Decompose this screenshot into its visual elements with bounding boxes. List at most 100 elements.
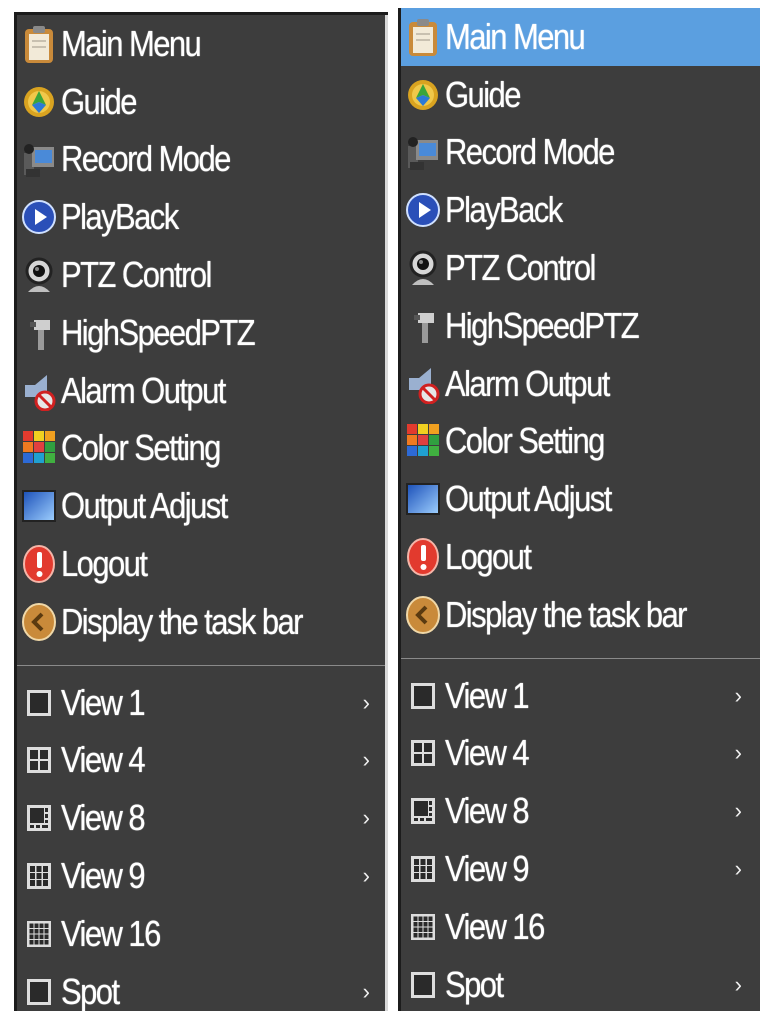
- menu-item-main-menu[interactable]: Main Menu: [17, 15, 388, 73]
- submenu-arrow-icon: ›: [734, 740, 742, 766]
- submenu-arrow-icon: ›: [734, 856, 742, 882]
- menu-item-view-1[interactable]: View 1 ›: [17, 674, 388, 732]
- view-4-icon: [405, 733, 441, 773]
- spot-icon: [405, 965, 441, 1005]
- view-1-icon: [21, 683, 57, 723]
- spot-icon: [21, 972, 57, 1011]
- menu-items: Main Menu Guide Record Mode PlayBack PTZ Con…: [401, 8, 760, 644]
- menu-item-highspeedptz[interactable]: HighSpeedPTZ: [17, 304, 388, 362]
- menu-item-logout[interactable]: Logout: [401, 528, 760, 586]
- menu-item-label: Display the task bar: [445, 593, 687, 635]
- view-items: View 1 › View 4 › View 8 › View 9 › View 16 Spot ›: [401, 667, 760, 1011]
- menu-item-highspeedptz[interactable]: HighSpeedPTZ: [401, 297, 760, 355]
- compass-icon: [21, 82, 57, 122]
- menu-item-label: View 1: [61, 681, 146, 723]
- menu-item-label: View 8: [445, 790, 530, 832]
- menu-item-label: PTZ Control: [61, 254, 212, 296]
- menu-item-label: View 4: [445, 732, 530, 774]
- menu-item-label: View 9: [61, 855, 146, 897]
- menu-item-label: Record Mode: [61, 138, 231, 180]
- alarm-speaker-icon: [405, 364, 441, 404]
- submenu-arrow-icon: ›: [362, 747, 370, 773]
- view-8-icon: [405, 791, 441, 831]
- view-items: View 1 › View 4 › View 8 › View 9 › View 16 Spot ›: [17, 674, 388, 1011]
- menu-item-label: Display the task bar: [61, 600, 303, 642]
- menu-item-label: PTZ Control: [445, 247, 596, 289]
- menu-item-label: Guide: [61, 80, 137, 122]
- menu-item-color-setting[interactable]: Color Setting: [401, 413, 760, 471]
- submenu-arrow-icon: ›: [734, 971, 742, 997]
- menu-item-label: Main Menu: [445, 15, 586, 57]
- menu-item-alarm-output[interactable]: Alarm Output: [17, 362, 388, 420]
- view-16-icon: [405, 907, 441, 947]
- menu-item-display-the-task-bar[interactable]: Display the task bar: [401, 586, 760, 644]
- menu-item-label: Main Menu: [61, 22, 202, 64]
- menu-item-playback[interactable]: PlayBack: [17, 188, 388, 246]
- display-icon: [21, 486, 57, 526]
- menu-item-view-9[interactable]: View 9 ›: [401, 840, 760, 898]
- camcorder-icon: [21, 139, 57, 179]
- menu-item-ptz-control[interactable]: PTZ Control: [401, 239, 760, 297]
- menu-item-label: Spot: [445, 963, 504, 1005]
- menu-item-record-mode[interactable]: Record Mode: [401, 124, 760, 182]
- view-16-icon: [21, 914, 57, 954]
- menu-item-view-16[interactable]: View 16: [401, 898, 760, 956]
- menu-item-label: View 1: [445, 674, 530, 716]
- menu-item-alarm-output[interactable]: Alarm Output: [401, 355, 760, 413]
- menu-item-view-8[interactable]: View 8 ›: [17, 789, 388, 847]
- menu-item-view-8[interactable]: View 8 ›: [401, 782, 760, 840]
- view-9-icon: [21, 856, 57, 896]
- menu-item-record-mode[interactable]: Record Mode: [17, 131, 388, 189]
- menu-item-label: Color Setting: [445, 420, 605, 462]
- view-4-icon: [21, 740, 57, 780]
- menu-item-display-the-task-bar[interactable]: Display the task bar: [17, 593, 388, 651]
- submenu-arrow-icon: ›: [734, 682, 742, 708]
- menu-item-spot[interactable]: Spot ›: [17, 963, 388, 1011]
- context-menu-left: Main Menu Guide Record Mode PlayBack PTZ Con…: [14, 12, 388, 1011]
- menu-item-label: View 9: [445, 848, 530, 890]
- view-9-icon: [405, 849, 441, 889]
- speed-dome-icon: [405, 306, 441, 346]
- menu-item-view-16[interactable]: View 16: [17, 905, 388, 963]
- menu-item-main-menu[interactable]: Main Menu: [401, 8, 760, 66]
- submenu-arrow-icon: ›: [362, 863, 370, 889]
- menu-item-view-9[interactable]: View 9 ›: [17, 847, 388, 905]
- back-arrow-icon: [405, 595, 441, 635]
- menu-item-label: Output Adjust: [445, 478, 612, 520]
- menu-edge: [385, 15, 388, 1011]
- exclamation-icon: [21, 544, 57, 584]
- menu-item-output-adjust[interactable]: Output Adjust: [401, 470, 760, 528]
- menu-item-label: Color Setting: [61, 427, 221, 469]
- menu-items: Main Menu Guide Record Mode PlayBack PTZ Con…: [17, 15, 388, 651]
- menu-item-color-setting[interactable]: Color Setting: [17, 420, 388, 478]
- menu-item-logout[interactable]: Logout: [17, 535, 388, 593]
- submenu-arrow-icon: ›: [362, 689, 370, 715]
- display-icon: [405, 479, 441, 519]
- camcorder-icon: [405, 132, 441, 172]
- compass-icon: [405, 75, 441, 115]
- menu-item-label: View 16: [61, 912, 161, 954]
- menu-item-view-1[interactable]: View 1 ›: [401, 667, 760, 725]
- menu-item-label: Logout: [61, 543, 148, 585]
- menu-item-label: HighSpeedPTZ: [445, 304, 640, 346]
- speed-dome-icon: [21, 313, 57, 353]
- ptz-camera-icon: [405, 248, 441, 288]
- menu-item-view-4[interactable]: View 4 ›: [17, 732, 388, 790]
- submenu-arrow-icon: ›: [362, 805, 370, 831]
- submenu-arrow-icon: ›: [734, 798, 742, 824]
- menu-item-label: HighSpeedPTZ: [61, 311, 256, 353]
- menu-item-guide[interactable]: Guide: [401, 66, 760, 124]
- menu-item-label: View 16: [445, 905, 545, 947]
- menu-item-guide[interactable]: Guide: [17, 73, 388, 131]
- context-menu-right: Main Menu Guide Record Mode PlayBack PTZ Con…: [398, 8, 760, 1011]
- menu-item-ptz-control[interactable]: PTZ Control: [17, 246, 388, 304]
- ptz-camera-icon: [21, 255, 57, 295]
- back-arrow-icon: [21, 602, 57, 642]
- menu-item-label: Alarm Output: [61, 369, 226, 411]
- menu-item-playback[interactable]: PlayBack: [401, 181, 760, 239]
- menu-item-view-4[interactable]: View 4 ›: [401, 725, 760, 783]
- menu-separator: [17, 664, 388, 666]
- menu-item-spot[interactable]: Spot ›: [401, 956, 760, 1011]
- menu-item-output-adjust[interactable]: Output Adjust: [17, 477, 388, 535]
- color-grid-icon: [21, 428, 57, 468]
